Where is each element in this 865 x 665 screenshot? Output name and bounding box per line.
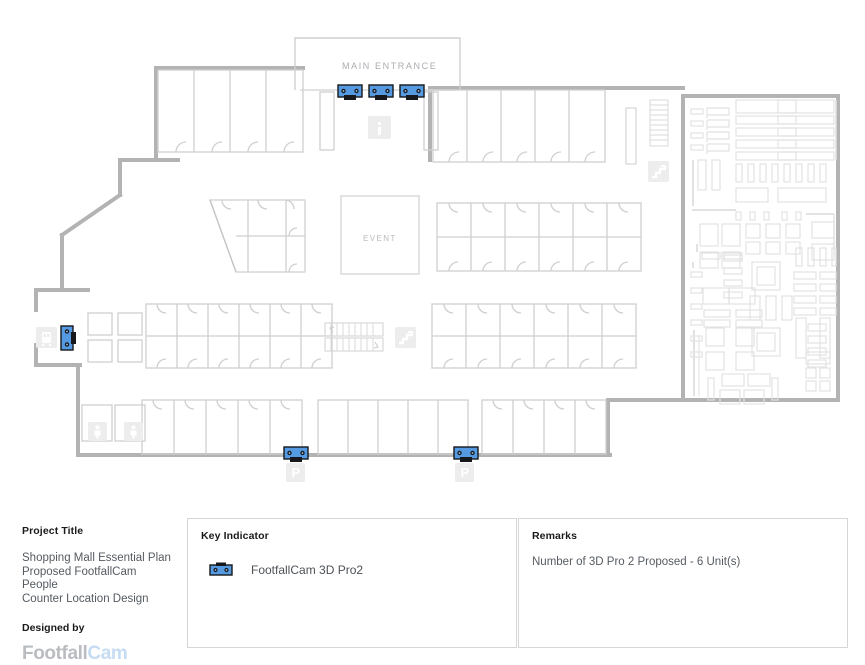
upper-right-stair-core xyxy=(649,99,669,147)
camera-marker-6[interactable] xyxy=(453,446,479,463)
camera-marker-1[interactable] xyxy=(337,84,363,101)
shop-units-bottom-right xyxy=(481,399,607,455)
escalator-icon-upper-right xyxy=(648,161,669,182)
project-title-label: Project Title xyxy=(22,525,84,537)
camera-marker-4[interactable] xyxy=(60,325,77,351)
project-title-text: Shopping Mall Essential Plan Proposed Fo… xyxy=(22,552,171,605)
camera-marker-2[interactable] xyxy=(368,84,394,101)
floor-plan-canvas[interactable]: MAIN ENTRANCE EVENT P P xyxy=(0,0,865,500)
camera-marker-3[interactable] xyxy=(399,84,425,101)
amenity-icon-group: P P xyxy=(36,116,669,482)
remarks-panel: Remarks Number of 3D Pro 2 Proposed - 6 … xyxy=(518,518,848,648)
key-indicator-label: FootfallCam 3D Pro2 xyxy=(251,563,364,577)
shop-units-bottom-left xyxy=(141,399,303,455)
shop-units-top-left xyxy=(157,69,304,153)
project-title-panel: Project Title Shopping Mall Essential Pl… xyxy=(22,525,172,664)
key-indicator-panel: Key Indicator FootfallCam 3D Pro2 xyxy=(187,518,517,648)
parking-icon-right: P xyxy=(455,463,474,482)
entrance-right-shaft xyxy=(625,107,637,165)
svg-text:P: P xyxy=(292,465,301,480)
event-hall-label: EVENT xyxy=(363,234,397,243)
left-small-rooms xyxy=(87,312,143,363)
shop-units-bottom-center xyxy=(317,399,469,455)
shop-units-top-right xyxy=(432,89,606,163)
camera-marker-5[interactable] xyxy=(283,446,309,463)
logo-secondary-text: Cam xyxy=(87,643,128,664)
shop-units-center-left xyxy=(209,199,306,273)
shop-units-mid-right xyxy=(431,303,637,369)
remarks-title: Remarks xyxy=(532,530,578,542)
restroom-icon-left xyxy=(88,422,107,441)
remarks-text: Number of 3D Pro 2 Proposed - 6 Unit(s) xyxy=(532,556,741,568)
transit-icon-left xyxy=(36,327,57,348)
logo-primary-text: Footfall xyxy=(22,643,88,664)
restroom-icon-right xyxy=(124,422,143,441)
svg-text:P: P xyxy=(461,465,470,480)
designed-by-label: Designed by xyxy=(22,622,85,634)
center-escalator xyxy=(324,322,384,352)
shop-units-mid-left xyxy=(145,303,333,369)
footfallcam-logo: FootfallCam xyxy=(22,643,172,665)
escalator-icon-mid-right xyxy=(395,327,416,348)
information-icon xyxy=(368,116,391,139)
key-indicator-title: Key Indicator xyxy=(201,530,269,542)
parking-icon-left: P xyxy=(286,463,305,482)
anchor-store-fixtures xyxy=(690,99,837,405)
main-entrance-label: MAIN ENTRANCE xyxy=(342,61,437,71)
title-block-bar: Project Title Shopping Mall Essential Pl… xyxy=(0,505,865,664)
camera-3d-pro2-icon xyxy=(209,561,233,579)
shop-units-center-right xyxy=(436,202,642,272)
key-indicator-item: FootfallCam 3D Pro2 xyxy=(201,561,503,579)
